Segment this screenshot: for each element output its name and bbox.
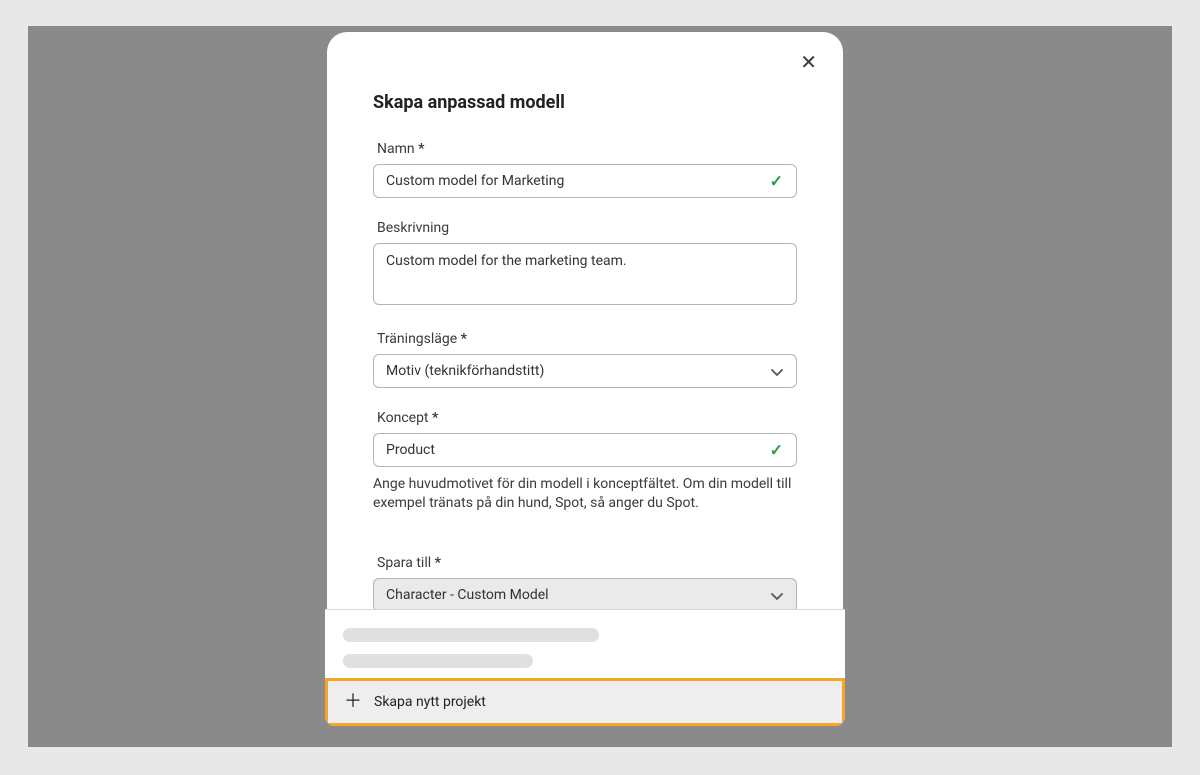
check-icon: ✓ [770, 172, 783, 191]
save-to-dropdown-panel: ＋ Skapa nytt projekt [325, 609, 845, 726]
name-label: Namn [373, 141, 797, 157]
dropdown-options-loading [325, 610, 845, 678]
training-mode-group: Träningsläge [373, 331, 797, 388]
concept-input-wrap: ✓ [373, 433, 797, 467]
description-label: Beskrivning [373, 220, 797, 236]
save-to-select-wrap [373, 578, 797, 612]
save-to-group: Spara till [373, 555, 797, 612]
modal-title: Skapa anpassad modell [373, 92, 797, 113]
concept-help-text: Ange huvudmotivet för din modell i konce… [373, 475, 797, 513]
save-to-label: Spara till [373, 555, 797, 571]
training-mode-label: Träningsläge [373, 331, 797, 347]
plus-icon: ＋ [344, 693, 362, 711]
concept-input[interactable] [373, 433, 797, 467]
concept-group: Koncept ✓ Ange huvudmotivet för din mode… [373, 410, 797, 513]
close-button[interactable]: ✕ [796, 48, 821, 76]
create-project-label: Skapa nytt projekt [374, 694, 486, 710]
create-model-modal: ✕ Skapa anpassad modell Namn ✓ Beskrivni… [327, 32, 843, 726]
check-icon: ✓ [770, 441, 783, 460]
training-mode-select[interactable] [373, 354, 797, 388]
name-group: Namn ✓ [373, 141, 797, 198]
skeleton-line [343, 628, 599, 642]
concept-label: Koncept [373, 410, 797, 426]
training-mode-select-wrap [373, 354, 797, 388]
name-input-wrap: ✓ [373, 164, 797, 198]
close-icon: ✕ [800, 50, 817, 74]
description-input[interactable]: Custom model for the marketing team. [373, 243, 797, 305]
save-to-select[interactable] [373, 578, 797, 612]
description-group: Beskrivning Custom model for the marketi… [373, 220, 797, 309]
create-new-project-button[interactable]: ＋ Skapa nytt projekt [325, 678, 845, 726]
name-input[interactable] [373, 164, 797, 198]
skeleton-line [343, 654, 533, 668]
